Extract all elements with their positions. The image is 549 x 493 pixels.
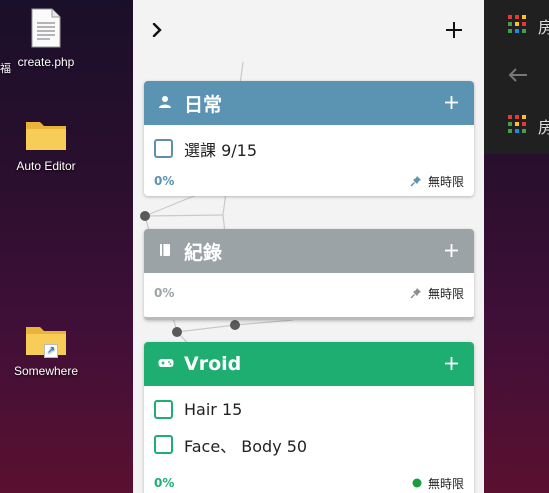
desktop-icon-create-php[interactable]: create.php bbox=[6, 8, 86, 69]
screen: 福 create.php Auto Editor ↗ Somewhere 日常 … bbox=[0, 0, 549, 493]
task-panel: 日常 選課 9/15 0% 無時限 紀錄 0% 無時限 Vroid Hair 1… bbox=[133, 0, 484, 493]
task-item[interactable]: 選課 9/15 bbox=[144, 131, 474, 166]
back-arrow-icon bbox=[508, 67, 528, 87]
task-label: 選課 9/15 bbox=[184, 140, 258, 160]
task-label: Face、 Body 50 bbox=[184, 436, 308, 456]
due-text: 無時限 bbox=[427, 286, 464, 301]
expand-button[interactable] bbox=[143, 16, 171, 44]
side-panel-item[interactable]: 房 bbox=[484, 102, 549, 150]
app-grid-icon bbox=[508, 15, 526, 37]
document-icon bbox=[6, 8, 86, 51]
card-header: 日常 bbox=[144, 81, 474, 125]
shortcut-arrow-icon: ↗ bbox=[44, 344, 58, 358]
desktop-icon-label: create.php bbox=[17, 55, 75, 69]
app-grid-icon bbox=[508, 115, 526, 137]
folder-shortcut-icon: ↗ bbox=[24, 321, 68, 360]
desktop-icon-label: Auto Editor bbox=[16, 159, 76, 173]
folder-icon bbox=[6, 116, 86, 155]
plus-icon bbox=[446, 22, 462, 38]
pin-icon bbox=[410, 287, 422, 299]
card-daily: 日常 選課 9/15 0% 無時限 bbox=[144, 81, 474, 196]
side-panel-item[interactable]: 房 bbox=[484, 2, 549, 50]
task-checkbox[interactable] bbox=[154, 139, 173, 158]
card-header: Vroid bbox=[144, 342, 474, 386]
card-add-button[interactable] bbox=[442, 93, 460, 111]
card-vroid: Vroid Hair 15 Face、 Body 50 0% 無時限 bbox=[144, 342, 474, 493]
add-card-button[interactable] bbox=[440, 16, 468, 44]
card-add-button[interactable] bbox=[442, 354, 460, 372]
card-footer: 0% 無時限 bbox=[144, 166, 474, 196]
book-icon bbox=[158, 243, 174, 259]
desktop-icon-somewhere[interactable]: ↗ Somewhere bbox=[6, 321, 86, 378]
task-label: Hair 15 bbox=[184, 400, 243, 419]
card-record: 紀錄 0% 無時限 bbox=[144, 229, 474, 320]
due-text: 無時限 bbox=[427, 476, 464, 491]
card-header: 紀錄 bbox=[144, 229, 474, 273]
task-checkbox[interactable] bbox=[154, 400, 173, 419]
due-info[interactable]: 無時限 bbox=[410, 173, 464, 190]
back-button[interactable] bbox=[484, 53, 549, 101]
card-title: Vroid bbox=[184, 353, 242, 375]
card-title: 紀錄 bbox=[184, 241, 223, 264]
side-panel: 房 房 bbox=[484, 0, 549, 154]
card-title: 日常 bbox=[184, 93, 223, 116]
card-footer: 0% 無時限 bbox=[144, 278, 474, 308]
due-info[interactable]: 無時限 bbox=[410, 285, 464, 302]
chevron-right-icon bbox=[152, 23, 162, 37]
due-text: 無時限 bbox=[427, 174, 464, 189]
desktop-icon-auto-editor[interactable]: Auto Editor bbox=[6, 116, 86, 173]
task-item[interactable]: Face、 Body 50 bbox=[144, 427, 474, 462]
task-checkbox[interactable] bbox=[154, 435, 173, 454]
plus-icon bbox=[444, 356, 458, 370]
progress-percent: 0% bbox=[154, 174, 175, 188]
side-panel-item-label: 房 bbox=[538, 18, 549, 37]
dot-icon bbox=[412, 478, 422, 488]
pin-icon bbox=[410, 175, 422, 187]
due-info[interactable]: 無時限 bbox=[412, 475, 464, 492]
progress-percent: 0% bbox=[154, 476, 175, 490]
card-footer: 0% 無時限 bbox=[144, 468, 474, 493]
plus-icon bbox=[444, 243, 458, 257]
progress-percent: 0% bbox=[154, 286, 175, 300]
task-item[interactable]: Hair 15 bbox=[144, 392, 474, 427]
person-icon bbox=[158, 95, 174, 111]
card-add-button[interactable] bbox=[442, 241, 460, 259]
desktop-icon-label: Somewhere bbox=[13, 364, 79, 378]
gamepad-icon bbox=[158, 356, 174, 372]
side-panel-item-label: 房 bbox=[538, 118, 549, 137]
plus-icon bbox=[444, 95, 458, 109]
